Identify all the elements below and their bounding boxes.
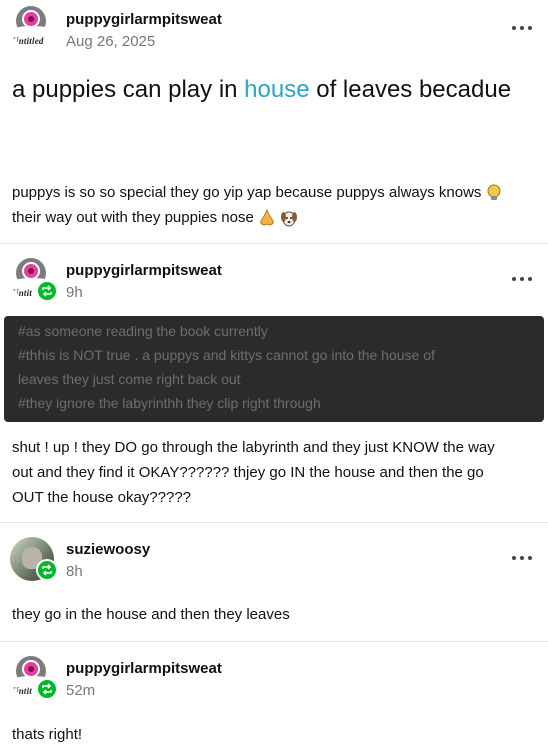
post-reblog: suziewoosy 8h they go in the house and t… [0, 523, 548, 641]
tag[interactable]: #as someone reading the book currently [18, 323, 268, 339]
post-reblog: Untit puppygirlarmpitsweat 52m thats rig… [0, 642, 548, 747]
avatar-caption: Untit [12, 686, 33, 696]
tag[interactable]: #thhis is NOT true . a puppys and kittys… [18, 347, 435, 363]
post-title: a puppies can play in house of leaves be… [12, 73, 532, 107]
title-text-start: a puppies can play in [12, 76, 245, 103]
title-link[interactable]: house [244, 76, 309, 103]
timestamp[interactable]: 9h [66, 284, 83, 301]
timestamp[interactable]: Aug 26, 2025 [66, 33, 155, 50]
avatar-caption: Untit [12, 288, 33, 298]
post-original: Untitled puppygirlarmpitsweat Aug 26, 20… [0, 0, 548, 243]
body-line: shut ! up ! they DO go through the labyr… [12, 439, 495, 456]
username[interactable]: puppygirlarmpitsweat [66, 660, 222, 677]
body-line: out and they find it OKAY?????? thjey go… [12, 464, 484, 481]
reblog-badge-icon [36, 280, 58, 302]
post-body: they go in the house and then they leave… [12, 606, 290, 623]
body-line: their way out with they puppies nose [12, 209, 254, 226]
username[interactable]: suziewoosy [66, 541, 150, 558]
reblog-badge-icon [36, 678, 58, 700]
nose-icon [260, 209, 274, 226]
tag[interactable]: leaves they just come right back out [18, 371, 241, 387]
more-options-icon[interactable] [512, 553, 532, 563]
avatar-eye [22, 10, 40, 28]
avatar[interactable]: Untitled [10, 4, 54, 48]
tags-block: #as someone reading the book currently #… [4, 316, 544, 422]
post-body: puppys is so so special they go yip yap … [12, 180, 537, 230]
username[interactable]: puppygirlarmpitsweat [66, 11, 222, 28]
body-line: OUT the house okay????? [12, 489, 192, 506]
more-options-icon[interactable] [512, 23, 532, 33]
lightbulb-icon [487, 184, 501, 201]
reblog-badge-icon [36, 559, 58, 581]
tag[interactable]: #they ignore the labyrinthh they clip ri… [18, 395, 321, 411]
avatar-caption: Untitled [12, 36, 44, 46]
avatar-eye [22, 660, 40, 678]
dog-face-icon [281, 211, 298, 227]
body-line: puppys is so so special they go yip yap … [12, 184, 482, 201]
timestamp[interactable]: 52m [66, 682, 95, 699]
more-options-icon[interactable] [512, 274, 532, 284]
post-body: shut ! up ! they DO go through the labyr… [12, 435, 537, 510]
username[interactable]: puppygirlarmpitsweat [66, 262, 222, 279]
timestamp[interactable]: 8h [66, 563, 83, 580]
title-text-end: of leaves becadue [309, 76, 512, 103]
avatar-eye [22, 262, 40, 280]
post-body: thats right! [12, 726, 83, 743]
